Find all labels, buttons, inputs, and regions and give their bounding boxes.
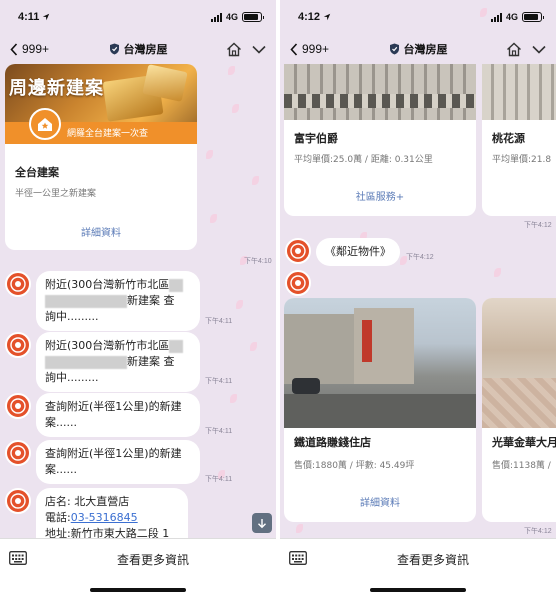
bot-avatar-icon	[10, 276, 26, 292]
chevron-down-icon[interactable]	[532, 45, 546, 54]
battery-icon	[522, 12, 544, 22]
redacted-text	[45, 355, 127, 369]
rich-menu-bar: 查看更多資訊	[0, 538, 276, 600]
timestamp: 下午4:12	[524, 528, 552, 535]
verified-shield-icon	[389, 43, 399, 55]
see-more-info-button[interactable]: 查看更多資訊	[40, 551, 266, 568]
new-builds-card[interactable]: 周邊新建案 網羅全台建案一次查 全台建案 半徑一公里之新建案 詳細資料	[5, 64, 197, 250]
timestamp: 下午4:12	[406, 254, 434, 261]
bot-avatar[interactable]	[5, 440, 31, 466]
bot-avatar[interactable]	[285, 238, 311, 264]
card-detail-link[interactable]: 詳細資料	[5, 224, 197, 239]
bot-avatar[interactable]	[5, 393, 31, 419]
chat-message: 附近(300台灣新竹市北區 新建案 查 詢中.........	[36, 332, 200, 392]
banner-heading: 周邊新建案	[9, 78, 104, 99]
back-button[interactable]: 999+	[10, 42, 49, 56]
timestamp: 下午4:10	[244, 258, 272, 265]
bot-avatar-icon	[290, 275, 306, 291]
unread-count: 999+	[22, 42, 50, 56]
timestamp: 下午4:11	[205, 318, 233, 325]
location-arrow-icon	[43, 13, 50, 21]
home-indicator[interactable]	[370, 588, 466, 592]
verified-shield-icon	[109, 43, 119, 55]
home-indicator[interactable]	[90, 588, 186, 592]
redacted-text	[169, 339, 184, 353]
back-button[interactable]: 999+	[290, 42, 329, 56]
see-more-info-button[interactable]: 查看更多資訊	[320, 551, 546, 568]
timestamp: 下午4:11	[205, 476, 233, 483]
keyboard-icon[interactable]	[289, 551, 307, 565]
home-icon[interactable]	[506, 42, 522, 57]
card-subtitle: 平均單價:21.8	[492, 155, 552, 165]
home-icon[interactable]	[226, 42, 242, 57]
property-card[interactable]: 光華金華大月 售價:1138萬 /	[482, 298, 556, 522]
community-photo	[482, 64, 556, 120]
store-name: 店名: 北大直營店	[45, 495, 130, 508]
community-service-link[interactable]: 社區服務+	[284, 188, 476, 203]
status-bar: 4:11 4G	[0, 0, 276, 34]
bot-avatar[interactable]	[5, 488, 31, 514]
network-type: 4G	[225, 12, 238, 22]
card-subtitle: 半徑一公里之新建案	[15, 189, 97, 199]
redacted-text	[45, 294, 127, 308]
bot-avatar[interactable]	[285, 270, 311, 296]
card-title: 富宇伯爵	[294, 132, 338, 145]
chevron-left-icon	[10, 42, 18, 56]
community-card[interactable]: 桃花源 平均單價:21.8	[482, 64, 556, 216]
property-card[interactable]: 鐵道路賺錢住店 售價:1880萬 / 坪數: 45.49坪 詳細資料	[284, 298, 476, 522]
card-subtitle: 售價:1880萬 / 坪數: 45.49坪	[294, 461, 415, 471]
timestamp: 下午4:12	[524, 222, 552, 229]
signal-icon	[490, 12, 502, 22]
new-builds-banner: 周邊新建案 網羅全台建案一次查	[5, 64, 197, 144]
card-title: 鐵道路賺錢住店	[294, 436, 371, 449]
timestamp: 下午4:11	[205, 378, 233, 385]
keyboard-icon[interactable]	[9, 551, 27, 565]
bot-avatar-icon	[10, 445, 26, 461]
bot-avatar[interactable]	[5, 271, 31, 297]
card-subtitle: 平均單價:25.0萬 / 距離: 0.31公里	[294, 155, 433, 165]
card-title: 光華金華大月	[492, 436, 556, 449]
chat-header: 999+ 台灣房屋	[0, 34, 276, 64]
redacted-text	[169, 278, 184, 292]
battery-icon	[242, 12, 264, 22]
bot-avatar-icon	[290, 243, 306, 259]
banner-subheading: 網羅全台建案一次查	[67, 129, 149, 139]
unread-count: 999+	[302, 42, 330, 56]
network-type: 4G	[505, 12, 518, 22]
bot-avatar-icon	[10, 493, 26, 509]
status-bar: 4:12 4G	[280, 0, 556, 34]
community-card[interactable]: 富宇伯爵 平均單價:25.0萬 / 距離: 0.31公里 社區服務+	[284, 64, 476, 216]
card-title: 全台建案	[15, 166, 59, 179]
house-badge-icon	[29, 108, 61, 140]
chat-message: 查詢附近(半徑1公里)的新建案......	[36, 440, 200, 484]
property-photo	[284, 298, 476, 428]
signal-icon	[210, 12, 222, 22]
community-photo	[284, 64, 476, 120]
store-phone-link[interactable]: 03-5316845	[71, 511, 138, 524]
card-title: 桃花源	[492, 132, 525, 145]
right-chat-screen: 4:12 4G 999+ 台灣房屋 富宇伯爵 平均單價:25.0萬 / 距離: …	[280, 0, 556, 600]
clock: 4:11	[18, 11, 50, 23]
chevron-left-icon	[290, 42, 298, 56]
bot-avatar[interactable]	[5, 332, 31, 358]
bot-avatar-icon	[10, 337, 26, 353]
rich-menu-bar: 查看更多資訊	[280, 538, 556, 600]
bot-avatar-icon	[10, 398, 26, 414]
chat-header: 999+ 台灣房屋	[280, 34, 556, 64]
clock: 4:12	[298, 11, 331, 23]
arrow-down-icon	[258, 518, 266, 528]
scroll-to-bottom-button[interactable]	[252, 513, 272, 533]
chat-message: 查詢附近(半徑1公里)的新建案......	[36, 393, 200, 437]
chat-message: 附近(300台灣新竹市北區 新建案 查 詢中.........	[36, 271, 200, 331]
property-detail-link[interactable]: 詳細資料	[284, 494, 476, 509]
card-subtitle: 售價:1138萬 /	[492, 461, 551, 471]
chat-message: 《鄰近物件》	[316, 238, 400, 266]
chevron-down-icon[interactable]	[252, 45, 266, 54]
location-arrow-icon	[323, 13, 331, 21]
timestamp: 下午4:11	[205, 428, 233, 435]
left-chat-screen: 4:11 4G 999+ 台灣房屋 周邊新建案 網羅全台建案一次查 全台建案 半…	[0, 0, 276, 600]
property-photo	[482, 298, 556, 428]
